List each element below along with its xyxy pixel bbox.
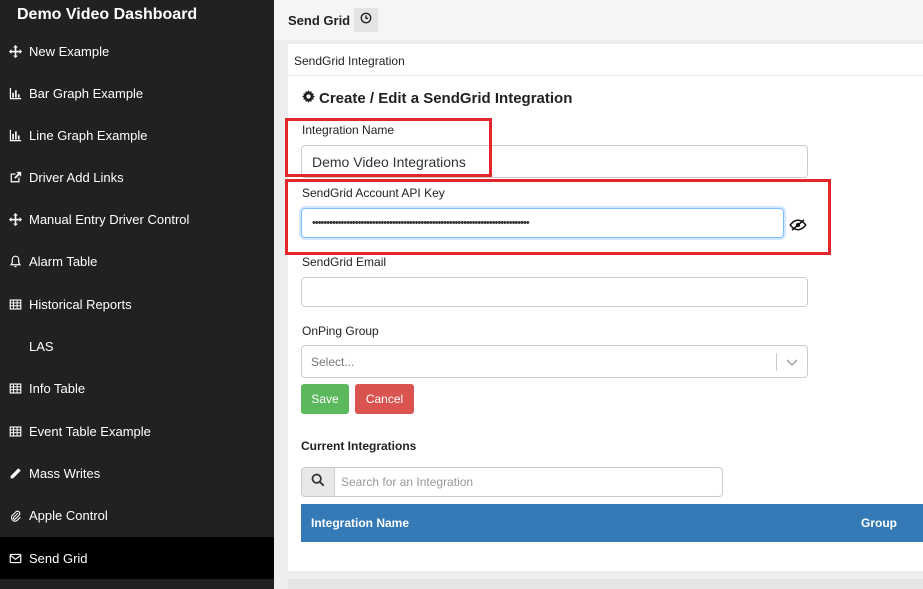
sidebar-item-label: Send Grid (29, 550, 88, 566)
history-button[interactable] (354, 8, 378, 32)
highlight-box-api-key (285, 179, 831, 255)
column-header-integration-name[interactable]: Integration Name (311, 516, 409, 530)
sidebar-item-label: Manual Entry Driver Control (29, 211, 190, 227)
search-placeholder: Search for an Integration (341, 475, 474, 489)
gear-icon (302, 90, 315, 107)
search-addon (301, 467, 335, 497)
current-integrations-title: Current Integrations (301, 439, 417, 453)
sidebar-item-label: New Example (29, 43, 110, 59)
group-label: OnPing Group (302, 324, 379, 338)
search-icon (311, 473, 325, 492)
sidebar-item-manual-entry-driver-control[interactable]: Manual Entry Driver Control (0, 198, 274, 240)
column-header-group[interactable]: Group (861, 516, 897, 530)
sidebar-item-las[interactable]: LAS (0, 325, 274, 367)
sidebar-item-new-example[interactable]: New Example (0, 30, 274, 72)
line-chart-icon (0, 129, 29, 142)
sidebar: Demo Video Dashboard New Example Bar Gra… (0, 0, 274, 589)
integrations-table-header: Integration Name Group (301, 504, 923, 542)
highlight-box-integration-name (285, 118, 492, 177)
bar-chart-icon (0, 87, 29, 100)
sidebar-item-alarm-table[interactable]: Alarm Table (0, 240, 274, 282)
sidebar-item-apple-control[interactable]: Apple Control (0, 494, 274, 536)
sidebar-item-label: Alarm Table (29, 253, 98, 269)
sidebar-item-label: Event Table Example (29, 423, 151, 439)
save-button[interactable]: Save (301, 384, 349, 414)
pencil-icon (0, 467, 29, 480)
sidebar-item-label: Apple Control (29, 507, 108, 523)
email-input[interactable] (301, 277, 808, 307)
sidebar-item-label: Bar Graph Example (29, 85, 144, 101)
paperclip-icon (0, 509, 29, 522)
table-icon (0, 425, 29, 438)
sidebar-item-label: Line Graph Example (29, 127, 148, 143)
move-icon (0, 44, 29, 58)
move-icon (0, 212, 29, 226)
group-select-placeholder: Select... (311, 355, 355, 369)
sidebar-item-bar-graph-example[interactable]: Bar Graph Example (0, 72, 274, 114)
bell-icon (0, 255, 29, 268)
sidebar-item-info-table[interactable]: Info Table (0, 367, 274, 409)
panel-title: SendGrid Integration (294, 54, 405, 68)
form-heading: Create / Edit a SendGrid Integration (302, 90, 572, 107)
sidebar-item-historical-reports[interactable]: Historical Reports (0, 283, 274, 325)
panel-footer (288, 579, 923, 589)
clock-icon (360, 11, 372, 29)
sidebar-item-label: Mass Writes (29, 465, 101, 481)
table-icon (0, 298, 29, 311)
external-link-icon (0, 171, 29, 184)
group-select[interactable]: Select... (301, 345, 808, 378)
page-title: Send Grid (288, 13, 351, 28)
sidebar-item-label: Info Table (29, 380, 86, 396)
select-divider (776, 353, 777, 371)
sidebar-item-mass-writes[interactable]: Mass Writes (0, 452, 274, 494)
sidebar-item-line-graph-example[interactable]: Line Graph Example (0, 114, 274, 156)
chevron-down-icon[interactable] (786, 357, 798, 371)
envelope-icon (0, 552, 29, 565)
integration-search-input[interactable]: Search for an Integration (335, 467, 723, 497)
sidebar-item-driver-add-links[interactable]: Driver Add Links (0, 156, 274, 198)
app-title: Demo Video Dashboard (17, 6, 198, 23)
cancel-button[interactable]: Cancel (355, 384, 414, 414)
sidebar-item-label: Driver Add Links (29, 169, 124, 185)
sidebar-item-label: Historical Reports (29, 296, 132, 312)
table-icon (0, 382, 29, 395)
email-label: SendGrid Email (302, 255, 387, 269)
sidebar-item-send-grid[interactable]: Send Grid (0, 537, 274, 579)
sidebar-item-event-table-example[interactable]: Event Table Example (0, 410, 274, 452)
sidebar-item-label: LAS (29, 338, 54, 354)
page-header: Send Grid (274, 0, 923, 40)
